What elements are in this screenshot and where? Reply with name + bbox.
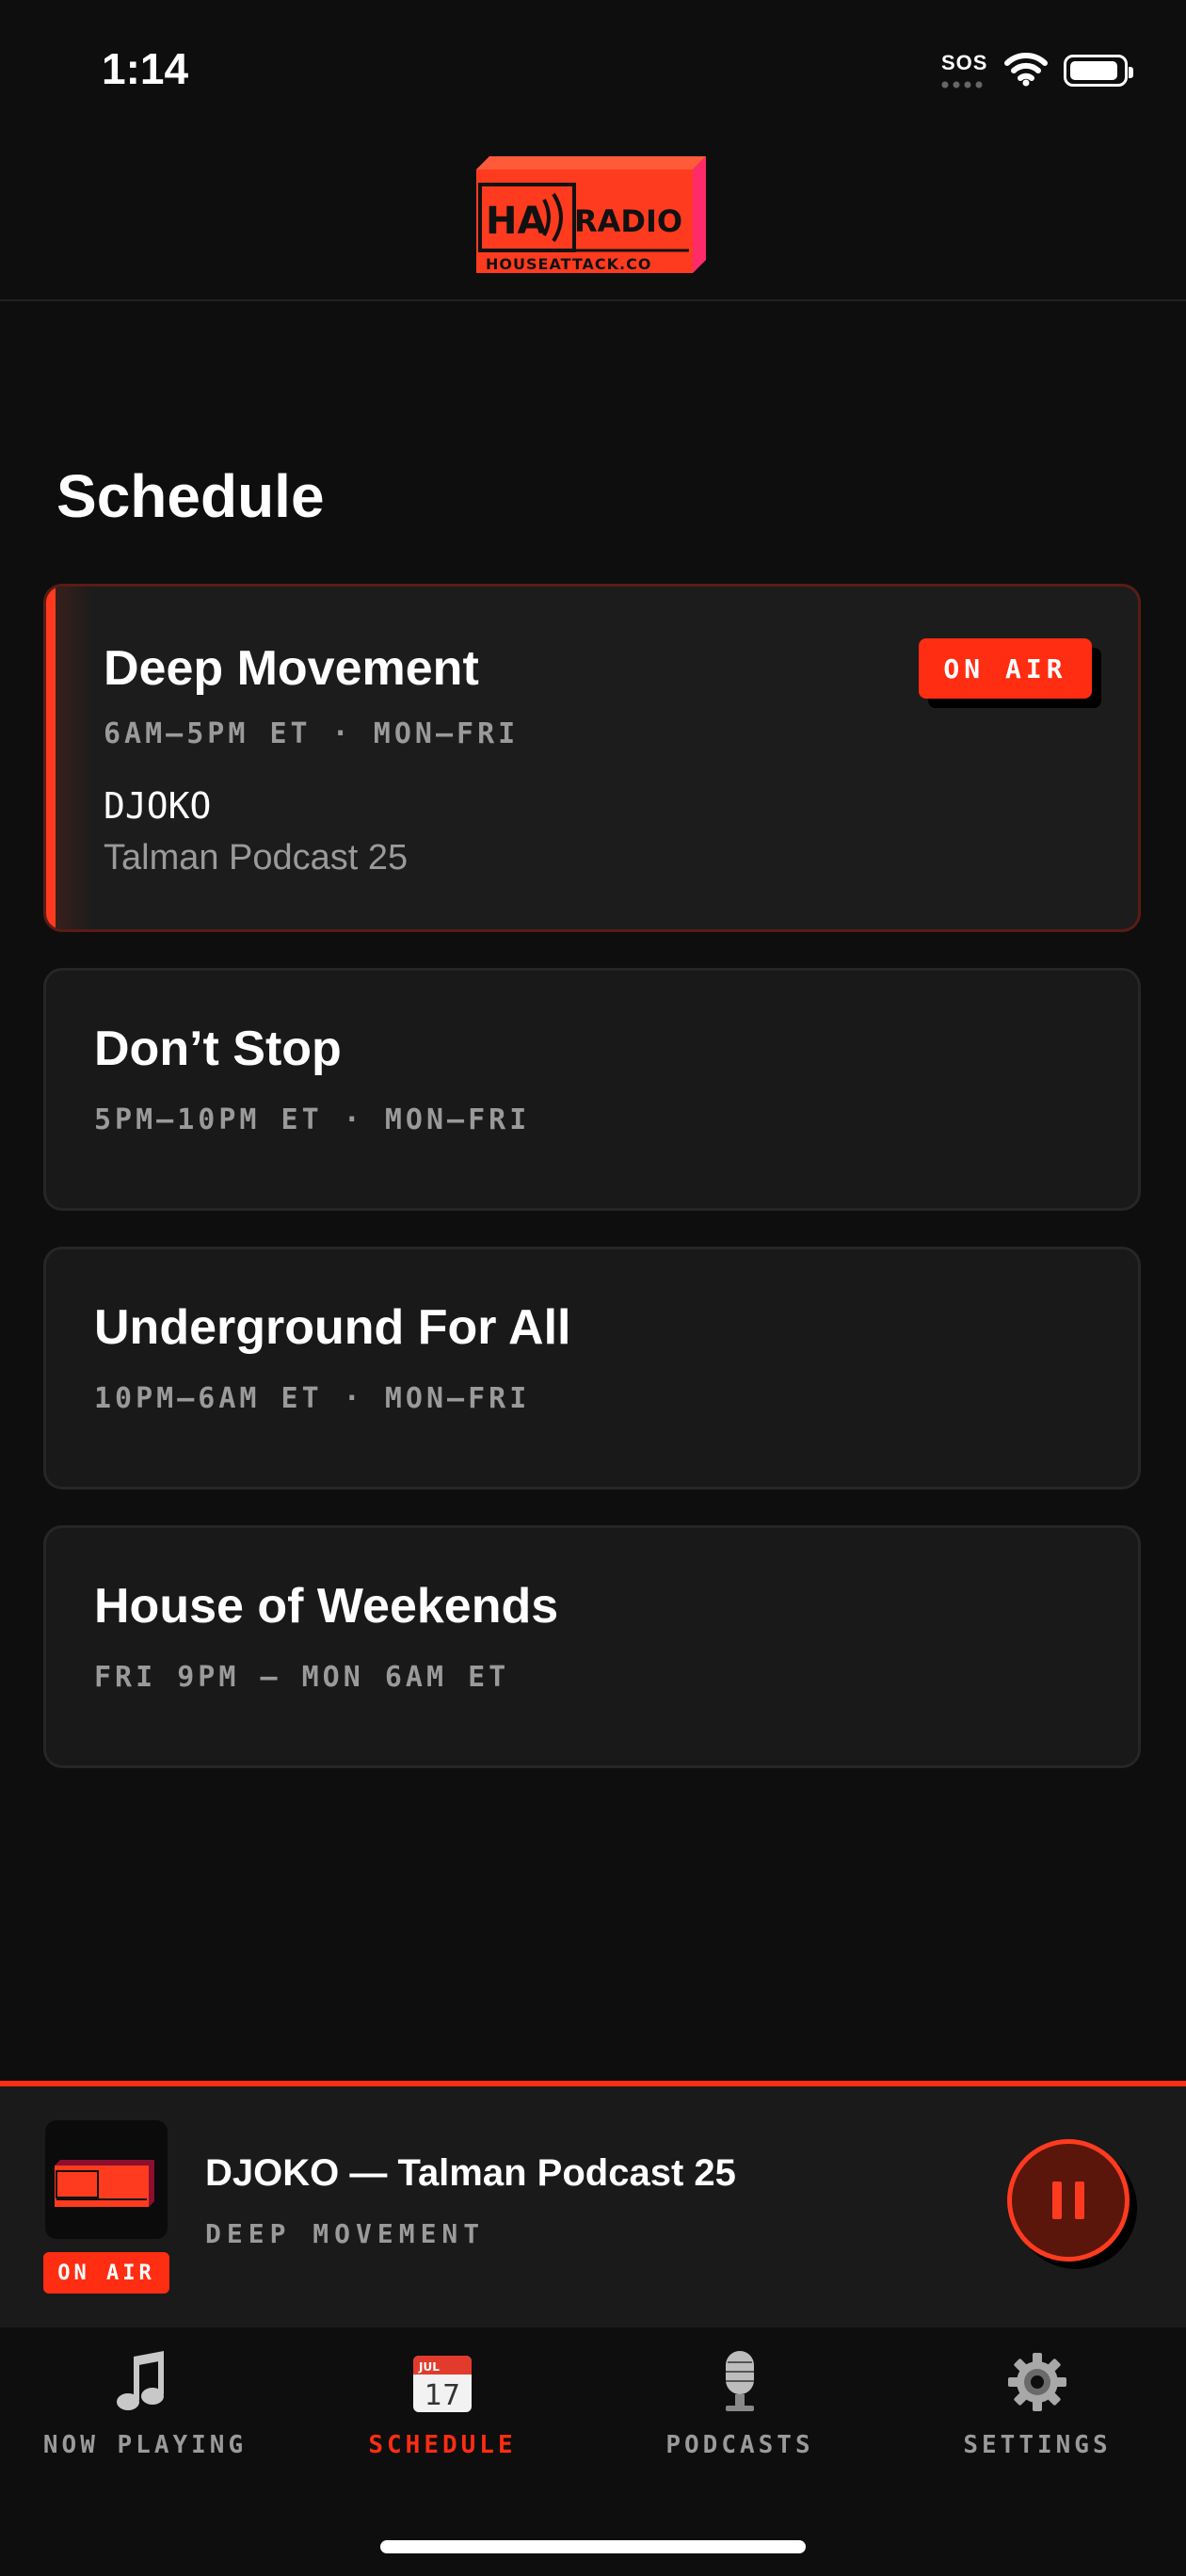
gear-icon xyxy=(1008,2353,1066,2411)
pause-icon xyxy=(1052,2182,1062,2219)
tab-label: PODCASTS xyxy=(665,2431,814,2459)
music-note-icon xyxy=(117,2351,164,2410)
calendar-icon: JUL 17 xyxy=(413,2356,472,2412)
now-playing-show: DEEP MOVEMENT xyxy=(205,2218,486,2249)
logo-word: RADIO xyxy=(574,203,682,239)
svg-text:17: 17 xyxy=(425,2379,460,2412)
signal-dots-icon xyxy=(941,81,983,89)
tab-podcasts[interactable]: PODCASTS xyxy=(599,2344,881,2459)
tab-now-playing[interactable]: NOW PLAYING xyxy=(4,2344,286,2459)
tab-label: SETTINGS xyxy=(963,2431,1112,2459)
battery-icon xyxy=(1064,55,1133,87)
tab-schedule[interactable]: JUL 17 SCHEDULE xyxy=(301,2344,584,2459)
show-dj: DJOKO xyxy=(104,785,212,827)
show-time: FRI 9PM – MON 6AM ET xyxy=(94,1661,510,1694)
schedule-card-underground-for-all[interactable] xyxy=(43,1247,1141,1489)
show-track: Talman Podcast 25 xyxy=(104,838,409,877)
show-title: Don’t Stop xyxy=(94,1022,342,1076)
microphone-icon xyxy=(726,2351,754,2411)
pause-button[interactable] xyxy=(1007,2139,1130,2262)
tab-settings[interactable]: SETTINGS xyxy=(896,2344,1178,2459)
now-playing-title: DJOKO — Talman Podcast 25 xyxy=(205,2152,736,2194)
tab-label: NOW PLAYING xyxy=(42,2431,248,2459)
tab-label: SCHEDULE xyxy=(368,2431,517,2459)
status-bar: 1:14 SOS xyxy=(0,0,1186,141)
header-divider xyxy=(0,299,1186,301)
show-title: House of Weekends xyxy=(94,1579,559,1634)
page-title: Schedule xyxy=(56,462,325,530)
now-playing-artwork xyxy=(45,2120,168,2239)
logo-mark: HA xyxy=(486,200,546,243)
show-time: 10PM–6AM ET · MON–FRI xyxy=(94,1382,531,1415)
show-title: Deep Movement xyxy=(104,641,479,696)
schedule-card-dont-stop[interactable] xyxy=(43,968,1141,1211)
wifi-icon xyxy=(1004,53,1048,87)
station-logo: HA RADIO HOUSEATTACK.CO xyxy=(476,156,712,284)
home-indicator xyxy=(380,2540,806,2553)
logo-sub: HOUSEATTACK.CO xyxy=(486,255,651,273)
schedule-card-house-of-weekends[interactable] xyxy=(43,1525,1141,1768)
status-time: 1:14 xyxy=(102,44,189,93)
show-title: Underground For All xyxy=(94,1300,571,1355)
show-time: 6AM–5PM ET · MON–FRI xyxy=(104,717,520,750)
schedule-card-deep-movement[interactable] xyxy=(43,584,1141,932)
on-air-badge: ON AIR xyxy=(919,638,1092,699)
show-time: 5PM–10PM ET · MON–FRI xyxy=(94,1103,531,1136)
player-on-air-badge: ON AIR xyxy=(43,2252,169,2294)
sos-indicator: SOS xyxy=(941,51,988,74)
svg-text:JUL: JUL xyxy=(418,2360,440,2374)
on-air-accent-bar xyxy=(46,587,56,929)
